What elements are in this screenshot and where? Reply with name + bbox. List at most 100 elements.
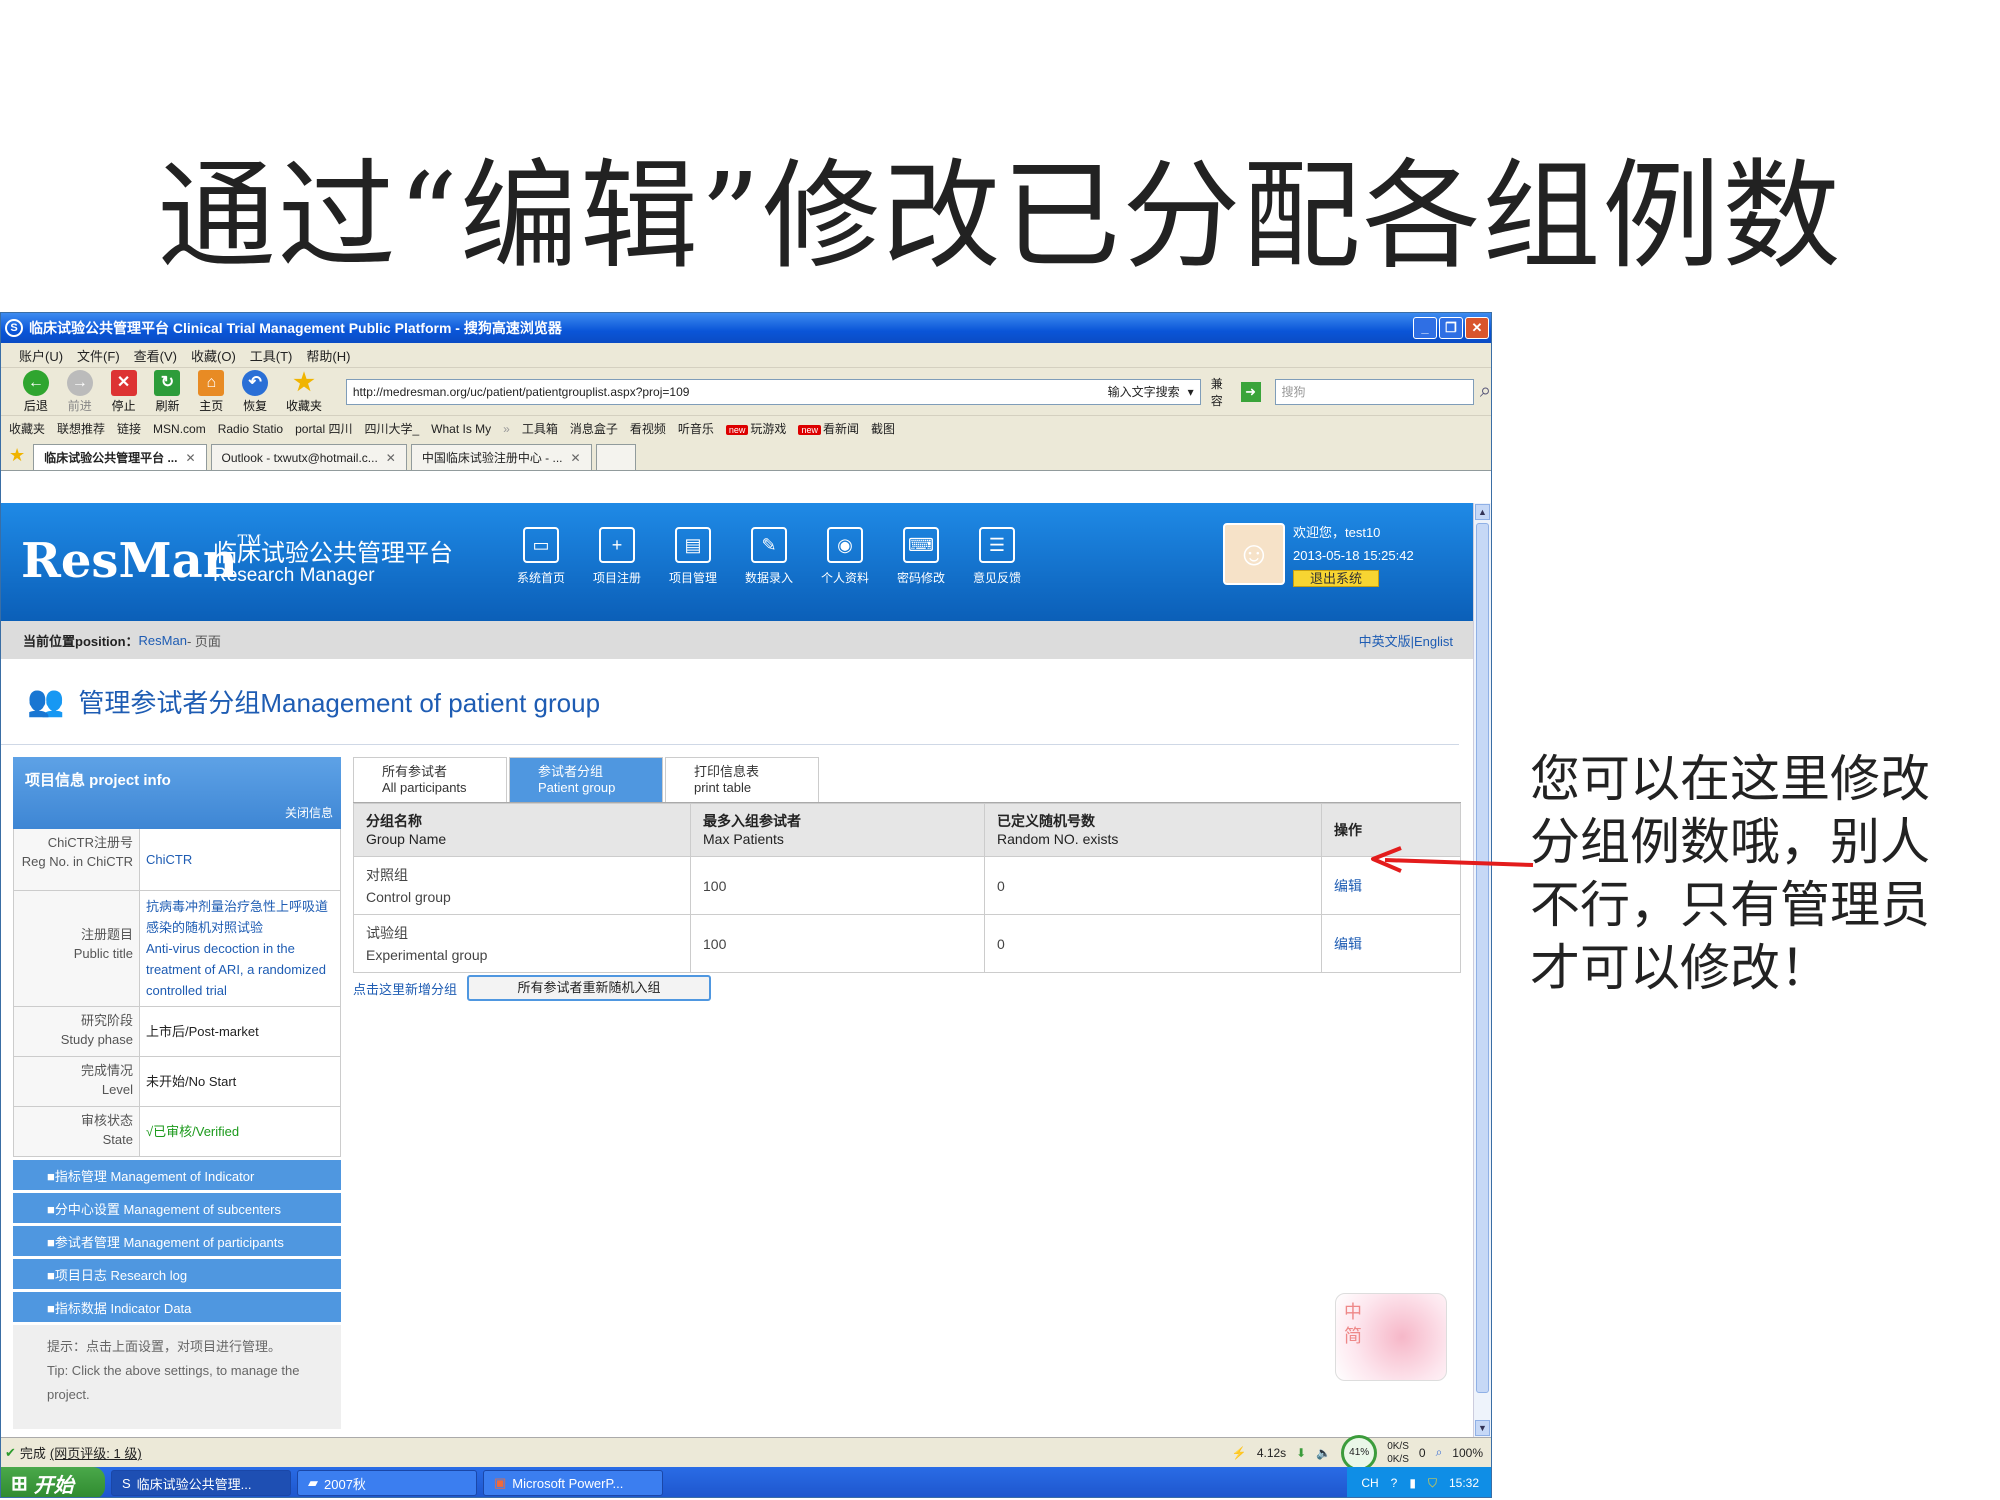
info-row-state: 审核状态 State √已审核/Verified <box>13 1107 341 1157</box>
tab-close-icon[interactable]: ✕ <box>571 451 581 465</box>
menu-help[interactable]: 帮助(H) <box>306 346 350 365</box>
info-value[interactable]: 抗病毒冲剂量治疗急性上呼吸道感染的随机对照试验 Anti-virus decoc… <box>140 891 340 1006</box>
shield-icon[interactable]: ⛉ <box>1428 1476 1437 1491</box>
windows-logo-icon: ⊞ <box>11 1472 28 1495</box>
restore-button[interactable]: ↶ 恢复 <box>234 369 276 414</box>
fav-item[interactable]: Radio Statio <box>218 422 283 436</box>
close-info-link[interactable]: 关闭信息 <box>285 804 333 821</box>
overflow-chevron-icon[interactable]: » <box>503 422 510 436</box>
maximize-button[interactable]: ❐ <box>1439 317 1463 339</box>
scroll-up-icon[interactable]: ▲ <box>1475 504 1490 520</box>
menu-participants[interactable]: ■参试者管理 Management of participants <box>13 1226 341 1256</box>
browser-tab[interactable]: Outlook - txwutx@hotmail.c... ✕ <box>210 444 407 470</box>
taskbar: ⊞ 开始 S 临床试验公共管理... ▰ 2007秋 ▣ Microsoft Power… <box>1 1467 1491 1497</box>
info-value[interactable]: ChiCTR <box>140 829 340 890</box>
slide-annotation: 您可以在这里修改分组例数哦，别人不行，只有管理员才可以修改！ <box>1530 750 1930 997</box>
menu-subcenters[interactable]: ■分中心设置 Management of subcenters <box>13 1193 341 1223</box>
edit-link[interactable]: 编辑 <box>1334 878 1362 894</box>
go-arrow-icon[interactable]: ➜ <box>1240 381 1261 402</box>
rating-link[interactable]: (网页评级: 1 级) <box>50 1443 142 1462</box>
task-button[interactable]: ▰ 2007秋 <box>297 1470 477 1496</box>
fav-item[interactable]: 截图 <box>871 420 895 437</box>
menu-indicator[interactable]: ■指标管理 Management of Indicator <box>13 1160 341 1190</box>
scroll-thumb[interactable] <box>1476 523 1489 1393</box>
nav-data-entry[interactable]: ✎ 数据录入 <box>739 527 799 586</box>
language-switch[interactable]: 中英文版|Englist <box>1359 631 1453 650</box>
minimize-button[interactable]: _ <box>1413 317 1437 339</box>
nav-manage[interactable]: ▤ 项目管理 <box>663 527 723 586</box>
fav-item[interactable]: MSN.com <box>153 422 206 436</box>
tab-close-icon[interactable]: ✕ <box>185 451 195 465</box>
fav-item[interactable]: portal 四川 <box>295 420 352 437</box>
close-button[interactable]: ✕ <box>1465 317 1489 339</box>
menu-account[interactable]: 账户(U) <box>19 346 63 365</box>
zoom-level[interactable]: 100% <box>1452 1446 1483 1460</box>
fav-item[interactable]: 工具箱 <box>522 420 558 437</box>
undo-icon: ↶ <box>242 369 269 396</box>
page-scrollbar[interactable]: ▲ ▼ <box>1473 503 1491 1437</box>
help-icon[interactable]: ? <box>1391 1476 1398 1490</box>
window-title: 临床试验公共管理平台 Clinical Trial Management Pub… <box>29 320 562 336</box>
feedback-icon: ☰ <box>979 527 1015 563</box>
stop-button[interactable]: ✕ 停止 <box>103 369 145 414</box>
nav-feedback[interactable]: ☰ 意见反馈 <box>967 527 1027 586</box>
menu-file[interactable]: 文件(F) <box>77 346 120 365</box>
menu-view[interactable]: 查看(V) <box>134 346 177 365</box>
fav-item[interactable]: 看视频 <box>630 420 666 437</box>
new-tab-button[interactable] <box>595 444 636 470</box>
speaker-icon[interactable]: 🔈 <box>1316 1446 1331 1460</box>
fav-item[interactable]: What Is My <box>431 422 491 436</box>
fav-item[interactable]: 听音乐 <box>678 420 714 437</box>
menu-research-log[interactable]: ■项目日志 Research log <box>13 1259 341 1289</box>
download-icon[interactable]: ⬇ <box>1296 1446 1306 1460</box>
back-button[interactable]: ← 后退 <box>15 369 57 414</box>
avatar: ☺ <box>1223 523 1285 585</box>
add-group-link[interactable]: 点击这里新增分组 <box>353 979 457 998</box>
fav-item[interactable]: 消息盒子 <box>570 420 618 437</box>
clock: 15:32 <box>1448 1476 1479 1490</box>
favorites-button[interactable]: ★ 收藏夹 <box>278 369 330 414</box>
menu-favorites[interactable]: 收藏(O) <box>191 346 236 365</box>
nav-profile[interactable]: ◉ 个人资料 <box>815 527 875 586</box>
fav-item[interactable]: new 玩游戏 <box>725 420 786 437</box>
breadcrumb-link[interactable]: ResMan <box>139 633 187 648</box>
tab-patient-group[interactable]: 参试者分组 Patient group <box>509 757 663 802</box>
input-language[interactable]: CH <box>1361 1476 1378 1490</box>
fav-item[interactable]: 链接 <box>117 420 141 437</box>
browser-tab[interactable]: 临床试验公共管理平台 ... ✕ <box>33 444 207 470</box>
logout-button[interactable]: 退出系统 <box>1293 570 1380 587</box>
task-button[interactable]: ▣ Microsoft PowerP... <box>483 1470 663 1496</box>
forward-button[interactable]: → 前进 <box>59 369 101 414</box>
star-icon[interactable]: ★ <box>9 445 25 466</box>
browser-tab[interactable]: 中国临床试验注册中心 - ... ✕ <box>410 444 592 470</box>
compat-mode-button[interactable]: 兼容 <box>1211 375 1235 409</box>
task-button[interactable]: S 临床试验公共管理... <box>111 1470 291 1496</box>
nav-home[interactable]: ▭ 系统首页 <box>511 527 571 586</box>
tab-all-participants[interactable]: 所有参试者 All participants <box>353 757 507 802</box>
info-label: 注册题目 Public title <box>14 891 140 1006</box>
nav-password[interactable]: ⌨ 密码修改 <box>891 527 951 586</box>
refresh-button[interactable]: ↻ 刷新 <box>147 369 189 414</box>
reassign-button[interactable]: 所有参试者重新随机入组 <box>467 975 712 1001</box>
start-button[interactable]: ⊞ 开始 <box>1 1467 105 1497</box>
dropdown-chevron-icon[interactable]: ▾ <box>1188 385 1194 399</box>
fav-item[interactable]: 四川大学_ <box>364 420 419 437</box>
search-input[interactable]: 搜狗 <box>1274 378 1474 405</box>
memory-meter[interactable]: 41% <box>1341 1434 1378 1471</box>
fav-item[interactable]: new 看新闻 <box>798 420 859 437</box>
fav-item[interactable]: 联想推荐 <box>57 420 105 437</box>
floating-widget[interactable]: 中 简 <box>1335 1293 1447 1381</box>
edit-link[interactable]: 编辑 <box>1334 936 1362 952</box>
menu-tools[interactable]: 工具(T) <box>250 346 293 365</box>
address-bar[interactable]: http://medresman.org/uc/patient/patientg… <box>345 378 1201 405</box>
refresh-icon: ↻ <box>154 369 181 396</box>
tab-close-icon[interactable]: ✕ <box>386 451 396 465</box>
search-icon[interactable]: ⌕ <box>1480 380 1491 403</box>
nav-register[interactable]: + 项目注册 <box>587 527 647 586</box>
battery-icon[interactable]: ▮ <box>1409 1476 1416 1490</box>
home-button[interactable]: ⌂ 主页 <box>190 369 232 414</box>
tab-print-table[interactable]: 打印信息表 print table <box>665 757 819 802</box>
menu-indicator-data[interactable]: ■指标数据 Indicator Data <box>13 1292 341 1322</box>
fav-item[interactable]: 收藏夹 <box>9 420 45 437</box>
zoom-icon[interactable]: ⌕ <box>1436 1445 1443 1460</box>
